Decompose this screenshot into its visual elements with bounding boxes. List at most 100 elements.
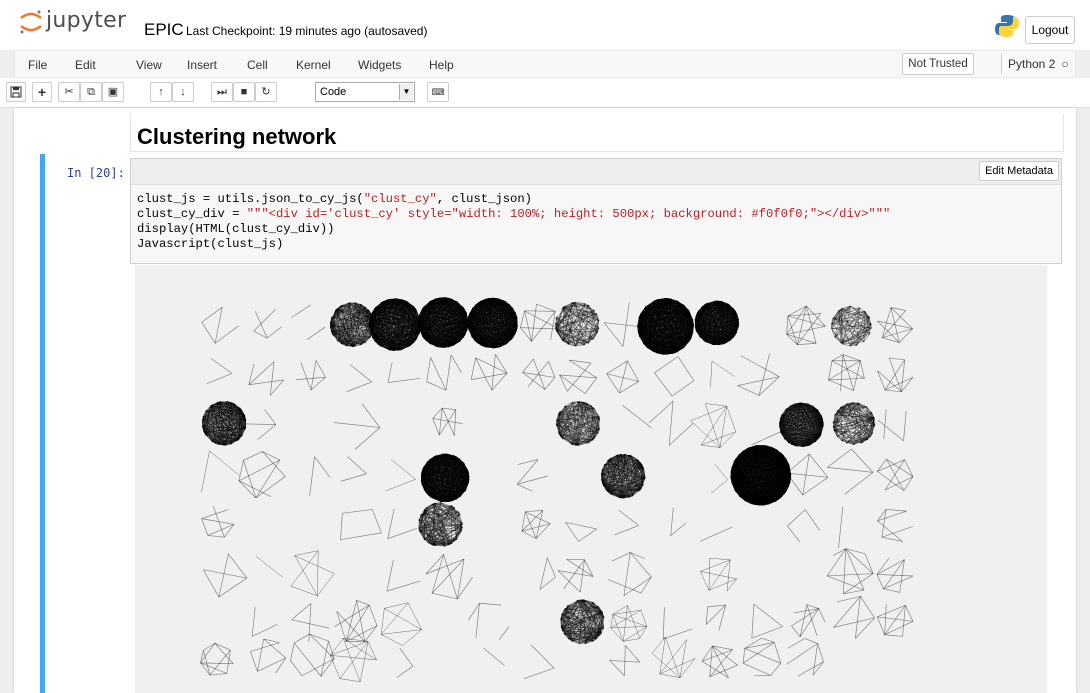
network-edge — [266, 326, 283, 339]
network-edge — [758, 376, 780, 396]
network-edge — [214, 307, 223, 344]
code-editor[interactable]: clust_js = utils.json_to_cy_js("clust_cy… — [137, 192, 890, 252]
network-edge — [669, 422, 694, 446]
kernel-name: Python 2 — [1008, 57, 1056, 71]
network-edge — [426, 381, 447, 391]
network-edge — [737, 376, 780, 386]
network-edge — [677, 356, 695, 381]
menu-cell[interactable]: Cell — [247, 58, 268, 72]
network-edge — [758, 353, 770, 396]
code-line-3: display(HTML(clust_cy_div)) — [137, 222, 335, 236]
network-edge — [253, 309, 276, 332]
network-edge — [206, 373, 233, 385]
cut-icon[interactable]: ✂ — [58, 82, 80, 102]
network-edge — [842, 354, 854, 391]
network-edge — [470, 357, 476, 380]
code-line-4: Javascript(clust_js) — [137, 237, 284, 251]
network-edge — [354, 427, 381, 450]
edit-metadata-button[interactable]: Edit Metadata — [979, 161, 1059, 181]
move-up-icon[interactable]: ↑ — [150, 82, 172, 102]
network-edge — [349, 364, 372, 383]
network-edge — [210, 357, 233, 374]
network-edge — [740, 355, 780, 377]
code-line-2-string: """<div id='clust_cy' style="width: 100%… — [246, 207, 891, 221]
menu-edit[interactable]: Edit — [75, 58, 96, 72]
menu-file[interactable]: File — [28, 58, 47, 72]
code-line-1-string: "clust_cy" — [363, 192, 437, 206]
network-edge — [828, 360, 861, 381]
network-edge — [442, 407, 456, 411]
network-edge — [622, 405, 652, 429]
network-edge — [797, 342, 817, 346]
network-edge — [627, 360, 640, 382]
keyboard-icon[interactable]: ⌨ — [427, 82, 449, 102]
network-edge — [295, 376, 326, 381]
not-trusted-button[interactable]: Not Trusted — [902, 53, 974, 75]
restart-icon[interactable]: ↻ — [255, 82, 277, 102]
network-edge — [450, 354, 462, 374]
network-edge — [430, 357, 447, 391]
network-edge — [584, 377, 597, 394]
network-edge — [264, 409, 277, 425]
network-edge — [475, 357, 493, 391]
code-line-1b: , clust_json) — [436, 192, 532, 206]
menu-help[interactable]: Help — [429, 58, 454, 72]
menu-kernel[interactable]: Kernel — [296, 58, 331, 72]
network-edge — [536, 303, 556, 312]
menubar: File Edit View Insert Cell Kernel Widget… — [14, 50, 1076, 78]
network-edge — [859, 360, 865, 379]
add-cell-icon[interactable]: + — [32, 82, 52, 102]
network-edge — [346, 381, 372, 392]
jupyter-logo[interactable]: jupyter — [18, 8, 133, 36]
cell-toolbar: Edit Metadata — [131, 159, 1061, 185]
network-edge — [711, 360, 735, 377]
code-line-2a: clust_cy_div = — [137, 207, 247, 221]
code-cell[interactable]: In [20]: Edit Metadata clust_js = utils.… — [40, 154, 1068, 693]
run-icon[interactable]: ⏭ — [211, 82, 233, 102]
network-output[interactable] — [135, 265, 1047, 693]
network-edge — [432, 418, 440, 436]
chevron-down-icon: ▼ — [399, 84, 413, 100]
network-edge — [245, 423, 276, 426]
network-edge — [253, 330, 268, 339]
markdown-cell[interactable]: Clustering network — [130, 114, 1064, 152]
network-edge — [668, 400, 674, 446]
logout-button[interactable]: Logout — [1025, 16, 1075, 44]
cell-type-select[interactable]: Code ▼ — [315, 82, 415, 102]
network-edge — [387, 362, 393, 383]
menu-insert[interactable]: Insert — [187, 58, 217, 72]
network-edge — [291, 304, 311, 318]
copy-icon[interactable]: ⧉ — [80, 82, 102, 102]
network-edge — [544, 377, 556, 390]
menu-view[interactable]: View — [136, 58, 162, 72]
network-edge — [300, 362, 312, 391]
toolbar: + ✂ ⧉ ▣ ↑ ↓ ⏭ ■ ↻ Code ▼ ⌨ — [0, 78, 1090, 108]
kernel-idle-icon: ○ — [1061, 57, 1069, 71]
network-edge — [842, 343, 851, 347]
network-edge — [828, 377, 865, 381]
network-edge — [315, 360, 326, 378]
network-edge — [622, 302, 630, 347]
network-edge — [201, 322, 216, 344]
network-edge — [257, 424, 277, 440]
network-edge — [306, 326, 326, 340]
menu-widgets[interactable]: Widgets — [358, 58, 401, 72]
network-edge — [654, 372, 673, 397]
stop-icon[interactable]: ■ — [233, 82, 255, 102]
paste-icon[interactable]: ▣ — [102, 82, 124, 102]
network-edge — [426, 357, 431, 382]
cluster-network-graph[interactable] — [135, 265, 1047, 693]
notebook-name[interactable]: EPIC — [144, 20, 184, 40]
network-edge — [550, 311, 556, 340]
code-input-area[interactable]: Edit Metadata clust_js = utils.json_to_c… — [130, 158, 1062, 264]
network-edge — [254, 311, 268, 339]
network-edge — [559, 374, 597, 379]
move-down-icon[interactable]: ↓ — [172, 82, 194, 102]
network-edge — [828, 360, 833, 380]
network-edge — [445, 354, 452, 391]
checkpoint-status: Last Checkpoint: 19 minutes ago (autosav… — [186, 24, 428, 38]
save-icon[interactable] — [6, 82, 26, 102]
input-prompt: In [20]: — [67, 166, 125, 180]
network-edge — [619, 381, 639, 394]
network-edge — [654, 356, 679, 374]
